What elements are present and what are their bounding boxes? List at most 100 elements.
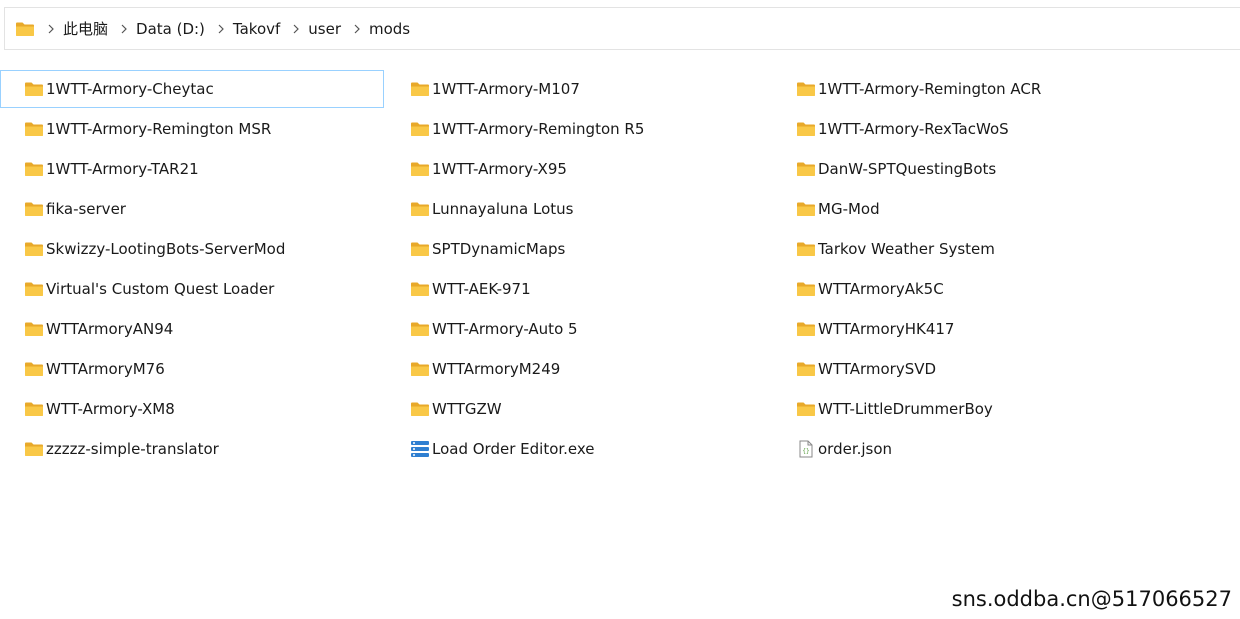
item-name: zzzzz-simple-translator [46,440,219,458]
breadcrumb-segment[interactable]: user [308,20,341,38]
folder-icon [410,201,430,217]
application-icon [410,441,430,457]
folder-icon [410,321,430,337]
folder-icon [24,401,44,417]
breadcrumb-segment[interactable]: 此电脑 [63,18,108,39]
chevron-right-icon[interactable] [120,24,128,34]
folder-item[interactable]: Virtual's Custom Quest Loader [0,270,384,308]
folder-item[interactable]: WTT-Armory-Auto 5 [386,310,770,348]
folder-item[interactable]: WTTArmoryAN94 [0,310,384,348]
folder-icon [24,201,44,217]
folder-item[interactable]: WTTGZW [386,390,770,428]
item-name: WTTGZW [432,400,502,418]
folder-icon [796,241,816,257]
watermark: sns.oddba.cn@517066527 [951,587,1232,611]
folder-item[interactable]: 1WTT-Armory-Cheytac [0,70,384,108]
chevron-right-icon[interactable] [353,24,361,34]
folder-icon [24,161,44,177]
folder-icon [796,81,816,97]
address-bar[interactable]: 此电脑 Data (D:) Takovf user mods [4,7,1240,50]
folder-icon [410,121,430,137]
breadcrumb-segment[interactable]: Data (D:) [136,20,205,38]
folder-icon [796,161,816,177]
folder-icon [796,321,816,337]
item-name: WTTArmoryHK417 [818,320,955,338]
item-name: DanW-SPTQuestingBots [818,160,997,178]
folder-item[interactable]: WTTArmoryM249 [386,350,770,388]
folder-item[interactable]: MG-Mod [772,190,1156,228]
item-name: WTT-LittleDrummerBoy [818,400,993,418]
item-name: Virtual's Custom Quest Loader [46,280,275,298]
folder-item[interactable]: 1WTT-Armory-Remington ACR [772,70,1156,108]
folder-icon [15,21,35,37]
item-name: Skwizzy-LootingBots-ServerMod [46,240,286,258]
file-item[interactable]: {} order.json [772,430,1156,468]
folder-item[interactable]: Lunnayaluna Lotus [386,190,770,228]
item-name: 1WTT-Armory-Cheytac [46,80,214,98]
folder-item[interactable]: SPTDynamicMaps [386,230,770,268]
folder-icon [410,361,430,377]
item-name: fika-server [46,200,126,218]
folder-item[interactable]: WTT-Armory-XM8 [0,390,384,428]
folder-icon [24,361,44,377]
folder-icon [24,121,44,137]
item-name: WTT-AEK-971 [432,280,531,298]
folder-item[interactable]: WTTArmoryM76 [0,350,384,388]
folder-icon [410,241,430,257]
folder-icon [24,241,44,257]
item-name: 1WTT-Armory-TAR21 [46,160,199,178]
chevron-right-icon[interactable] [292,24,300,34]
folder-icon [796,121,816,137]
folder-icon [796,281,816,297]
folder-item[interactable]: zzzzz-simple-translator [0,430,384,468]
folder-item[interactable]: Skwizzy-LootingBots-ServerMod [0,230,384,268]
item-name: 1WTT-Armory-Remington MSR [46,120,272,138]
folder-icon [410,401,430,417]
file-item[interactable]: Load Order Editor.exe [386,430,770,468]
item-name: SPTDynamicMaps [432,240,566,258]
item-name: MG-Mod [818,200,880,218]
folder-icon [24,321,44,337]
folder-item[interactable]: 1WTT-Armory-TAR21 [0,150,384,188]
item-name: WTTArmoryM249 [432,360,561,378]
item-name: WTTArmorySVD [818,360,937,378]
folder-item[interactable]: 1WTT-Armory-Remington R5 [386,110,770,148]
item-name: WTTArmoryAN94 [46,320,174,338]
folder-icon [796,201,816,217]
item-name: Lunnayaluna Lotus [432,200,574,218]
item-name: Tarkov Weather System [818,240,995,258]
folder-item[interactable]: Tarkov Weather System [772,230,1156,268]
chevron-right-icon[interactable] [217,24,225,34]
folder-item[interactable]: 1WTT-Armory-X95 [386,150,770,188]
item-name: order.json [818,440,893,458]
folder-item[interactable]: WTTArmoryHK417 [772,310,1156,348]
json-file-icon: {} [796,440,816,458]
folder-icon [410,161,430,177]
breadcrumb: 此电脑 Data (D:) Takovf user mods [35,18,410,39]
chevron-right-icon[interactable] [47,24,55,34]
breadcrumb-segment[interactable]: Takovf [233,20,280,38]
folder-icon [410,81,430,97]
folder-icon [410,281,430,297]
folder-icon [796,401,816,417]
folder-item[interactable]: DanW-SPTQuestingBots [772,150,1156,188]
folder-icon [796,361,816,377]
item-name: 1WTT-Armory-M107 [432,80,580,98]
folder-item[interactable]: WTT-LittleDrummerBoy [772,390,1156,428]
folder-item[interactable]: 1WTT-Armory-RexTacWoS [772,110,1156,148]
item-name: WTTArmoryAk5C [818,280,944,298]
folder-item[interactable]: 1WTT-Armory-M107 [386,70,770,108]
folder-item[interactable]: fika-server [0,190,384,228]
item-name: Load Order Editor.exe [432,440,595,458]
item-name: 1WTT-Armory-X95 [432,160,567,178]
folder-item[interactable]: WTT-AEK-971 [386,270,770,308]
item-name: WTT-Armory-XM8 [46,400,175,418]
item-name: 1WTT-Armory-Remington R5 [432,120,645,138]
folder-item[interactable]: WTTArmoryAk5C [772,270,1156,308]
folder-icon [24,81,44,97]
breadcrumb-segment[interactable]: mods [369,20,410,38]
folder-icon [24,281,44,297]
folder-item[interactable]: WTTArmorySVD [772,350,1156,388]
item-name: 1WTT-Armory-RexTacWoS [818,120,1009,138]
folder-item[interactable]: 1WTT-Armory-Remington MSR [0,110,384,148]
